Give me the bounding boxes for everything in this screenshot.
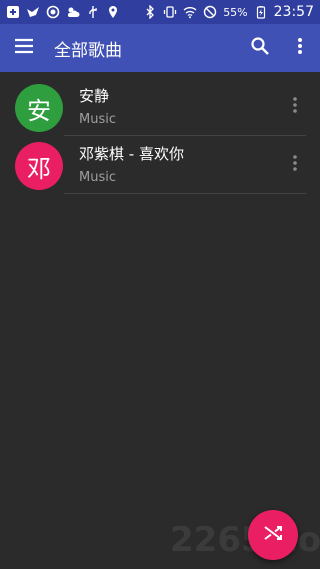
plus-box-icon <box>6 5 20 19</box>
search-icon <box>250 36 270 60</box>
status-bar-right: 55% 23:57 <box>143 4 314 20</box>
location-icon <box>106 5 120 19</box>
song-options-button[interactable] <box>286 96 304 118</box>
song-options-button[interactable] <box>286 154 304 176</box>
shuffle-icon <box>262 522 284 548</box>
song-info: 安静 Music <box>79 86 116 129</box>
bird-icon <box>26 5 40 19</box>
menu-button[interactable] <box>0 24 48 72</box>
more-vert-icon <box>292 154 298 176</box>
more-vert-icon <box>292 96 298 118</box>
vibrate-icon <box>163 5 177 19</box>
wifi-icon <box>183 5 197 19</box>
app-bar: 全部歌曲 <box>0 24 320 72</box>
song-subtitle: Music <box>79 170 116 185</box>
overflow-menu-button[interactable] <box>280 24 320 72</box>
status-time: 23:57 <box>273 4 314 20</box>
song-row[interactable]: 邓 邓紫棋 - 喜欢你 Music <box>0 136 320 194</box>
cloud-icon <box>46 5 60 19</box>
status-bar: 55% 23:57 <box>0 0 320 24</box>
song-title: 安静 <box>79 87 110 105</box>
menu-icon <box>14 38 34 58</box>
status-bar-left <box>6 5 120 19</box>
song-list: 安 安静 Music 邓 邓紫棋 - 喜欢你 Music <box>0 78 320 194</box>
weather-icon <box>66 5 80 19</box>
watermark: 2265.com <box>170 520 320 560</box>
song-title: 邓紫棋 - 喜欢你 <box>79 145 184 163</box>
avatar: 邓 <box>15 142 63 190</box>
battery-percent: 55% <box>223 5 248 19</box>
usb-icon <box>86 5 100 19</box>
bluetooth-icon <box>143 5 157 19</box>
song-info: 邓紫棋 - 喜欢你 Music <box>79 144 184 187</box>
song-subtitle: Music <box>79 112 116 127</box>
search-button[interactable] <box>240 24 280 72</box>
battery-charging-icon <box>254 5 268 19</box>
song-row[interactable]: 安 安静 Music <box>0 78 320 136</box>
divider <box>64 193 306 194</box>
page-title: 全部歌曲 <box>54 40 122 61</box>
dnd-icon <box>203 5 217 19</box>
shuffle-button[interactable] <box>248 510 298 560</box>
avatar: 安 <box>15 84 63 132</box>
more-vert-icon <box>297 37 303 59</box>
